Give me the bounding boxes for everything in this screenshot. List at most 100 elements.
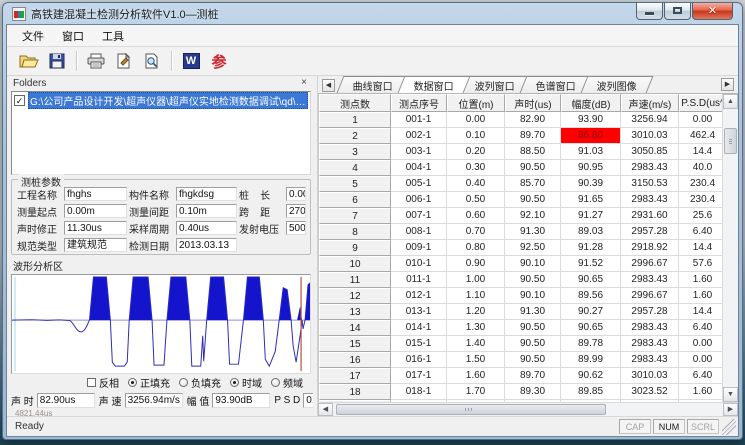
save-button[interactable]	[43, 49, 71, 73]
window-tab[interactable]: 波列图像	[581, 76, 654, 93]
folders-close-icon[interactable]: ×	[301, 78, 307, 88]
window-tab[interactable]: 数据窗口	[398, 76, 471, 93]
cell-amplitude: 90.39	[561, 176, 621, 192]
readout-value-input[interactable]: 3256.94m/s	[125, 393, 183, 408]
param-field: 声时修正 11.30us	[17, 220, 127, 237]
vertical-scroll-thumb[interactable]	[724, 128, 737, 154]
cell-velocity: 2918.92	[621, 240, 679, 256]
param-value-input[interactable]: 0.40us	[176, 221, 237, 235]
table-body[interactable]: 1 001-1 0.00 82.90 93.90 3256.94 0.00 2	[319, 112, 722, 402]
table-header-cell[interactable]: P.S.D(us^	[679, 94, 727, 112]
param-label: 发射电压	[239, 221, 286, 236]
title-bar[interactable]: 高铁建混凝土检测分析软件V1.0—测桩 ✕	[6, 3, 739, 24]
print-setup-button[interactable]	[110, 49, 138, 73]
param-label: 跨 距	[239, 204, 286, 219]
maximize-button[interactable]	[664, 3, 691, 20]
table-row[interactable]: 4 004-1 0.30 90.50 90.95 2983.43 40.0	[319, 160, 722, 176]
table-row[interactable]: 12 012-1 1.10 90.10 89.56 2996.67 1.60	[319, 288, 722, 304]
table-row[interactable]: 1 001-1 0.00 82.90 93.90 3256.94 0.00	[319, 112, 722, 128]
horizontal-scroll-thumb[interactable]	[336, 404, 606, 415]
open-file-button[interactable]	[15, 49, 43, 73]
open-folder-icon	[19, 53, 39, 69]
cell-sound-time: 90.10	[505, 288, 561, 304]
cell-velocity: 3023.52	[621, 384, 679, 400]
table-row[interactable]: 3 003-1 0.20 88.50 91.03 3050.85 14.4	[319, 144, 722, 160]
menu-item[interactable]: 文件	[13, 25, 53, 47]
folder-checkbox[interactable]: ✓	[14, 95, 25, 106]
scroll-right-icon[interactable]: ▶	[723, 403, 738, 416]
param-value-input[interactable]: 建筑规范	[64, 238, 127, 252]
param-value-input[interactable]: 0.10m	[176, 204, 237, 218]
param-field: 规范类型 建筑规范	[17, 237, 127, 254]
table-row[interactable]: 8 008-1 0.70 91.30 89.03 2957.28 6.40	[319, 224, 722, 240]
table-row[interactable]: 9 009-1 0.80 92.50 91.28 2918.92 14.4	[319, 240, 722, 256]
param-value-input[interactable]: 2013.03.13	[176, 238, 237, 252]
param-value-input[interactable]: 11.30us	[64, 221, 127, 235]
waveform-plot[interactable]	[11, 274, 311, 374]
fill-mode-radio[interactable]: 时域	[230, 375, 262, 390]
fill-mode-radio[interactable]: 频域	[271, 375, 303, 390]
table-row[interactable]: 13 013-1 1.20 91.30 90.27 2957.28 14.4	[319, 304, 722, 320]
cell-velocity: 2931.60	[621, 208, 679, 224]
param-field: 构件名称 fhgkdsg	[129, 186, 237, 203]
minimize-button[interactable]	[636, 3, 663, 20]
close-button[interactable]: ✕	[692, 3, 733, 20]
menu-item[interactable]: 窗口	[53, 25, 93, 47]
waveform-controls: 反相 正填充 负填充	[11, 374, 311, 390]
fill-mode-radio[interactable]: 正填充	[128, 375, 170, 390]
cell-amplitude: 89.03	[561, 224, 621, 240]
tab-scroll-left-button[interactable]: ◀	[322, 79, 335, 92]
cell-velocity: 2983.43	[621, 352, 679, 368]
cell-psd: 0.00	[679, 112, 722, 128]
table-row[interactable]: 10 010-1 0.90 90.10 91.52 2996.67 57.6	[319, 256, 722, 272]
table-row[interactable]: 5 005-1 0.40 85.70 90.39 3150.53 230.4	[319, 176, 722, 192]
cell-position: 0.30	[447, 160, 505, 176]
cell-psd: 230.4	[679, 176, 722, 192]
cell-index: 12	[319, 288, 391, 304]
table-header-cell[interactable]: 声时(us)	[505, 94, 561, 112]
table-row[interactable]: 16 016-1 1.50 90.50 89.99 2983.43 0.00	[319, 352, 722, 368]
table-header-cell[interactable]: 测点序号	[391, 94, 447, 112]
table-header-cell[interactable]: 测点数	[319, 94, 391, 112]
table-header-cell[interactable]: 幅度(dB)	[561, 94, 621, 112]
table-row[interactable]: 6 006-1 0.50 90.50 91.65 2983.43 230.4	[319, 192, 722, 208]
readout-value-input[interactable]: 93.90dB	[212, 393, 270, 408]
param-value-input[interactable]: fhghs	[64, 187, 127, 201]
scroll-left-icon[interactable]: ◀	[318, 403, 333, 416]
tab-scroll-right-button[interactable]: ▶	[721, 78, 734, 91]
cell-point-id: 006-1	[391, 192, 447, 208]
print-button[interactable]	[82, 49, 110, 73]
fill-mode-radio[interactable]: 负填充	[179, 375, 221, 390]
table-row[interactable]: 14 014-1 1.30 90.50 90.65 2983.43 6.40	[319, 320, 722, 336]
param-value-input[interactable]: 500V	[286, 221, 306, 235]
menu-item[interactable]: 工具	[93, 25, 133, 47]
param-value-input[interactable]: 270mm	[286, 204, 306, 218]
page-magnifier-icon	[144, 53, 160, 69]
table-row[interactable]: 15 015-1 1.40 90.50 89.78 2983.43 0.00	[319, 336, 722, 352]
table-header-cell[interactable]: 位置(m)	[447, 94, 505, 112]
param-value-input[interactable]: fhgkdsg	[176, 187, 237, 201]
scroll-up-icon[interactable]: ▲	[723, 94, 738, 109]
table-row[interactable]: 17 017-1 1.60 89.70 90.62 3010.03 6.40	[319, 368, 722, 384]
parameters-button[interactable]: 参	[205, 49, 233, 73]
table-row[interactable]: 11 011-1 1.00 90.50 90.65 2983.43 1.60	[319, 272, 722, 288]
table-row[interactable]: 2 002-1 0.10 89.70 86.80 3010.03 462.4	[319, 128, 722, 144]
table-row[interactable]: 18 018-1 1.70 89.30 89.85 3023.52 1.60	[319, 384, 722, 400]
readout-value-input[interactable]: 82.90us	[37, 393, 95, 408]
param-value-input[interactable]: 0.00m	[64, 204, 127, 218]
resize-grip[interactable]	[722, 419, 736, 435]
cell-index: 14	[319, 320, 391, 336]
export-word-button[interactable]: W	[177, 49, 205, 73]
folder-list-item[interactable]: ✓ G:\公司产品设计开发\超声仪器\超声仪实地检测数据调试\qd\qd03\q…	[14, 94, 308, 108]
table-row[interactable]: 7 007-1 0.60 92.10 91.27 2931.60 25.6	[319, 208, 722, 224]
horizontal-scrollbar[interactable]: ◀ ▶	[318, 402, 738, 416]
folders-list[interactable]: ✓ G:\公司产品设计开发\超声仪器\超声仪实地检测数据调试\qd\qd03\q…	[11, 91, 311, 175]
vertical-scrollbar[interactable]: ▲ ▼	[722, 94, 738, 402]
table-header-cell[interactable]: 声速(m/s)	[621, 94, 679, 112]
param-value-input[interactable]: 0.00m	[286, 187, 306, 201]
scroll-down-icon[interactable]: ▼	[723, 387, 738, 402]
print-preview-button[interactable]	[138, 49, 166, 73]
cell-velocity: 3150.53	[621, 176, 679, 192]
invert-checkbox[interactable]: 反相	[87, 375, 119, 390]
word-icon: W	[183, 53, 200, 69]
